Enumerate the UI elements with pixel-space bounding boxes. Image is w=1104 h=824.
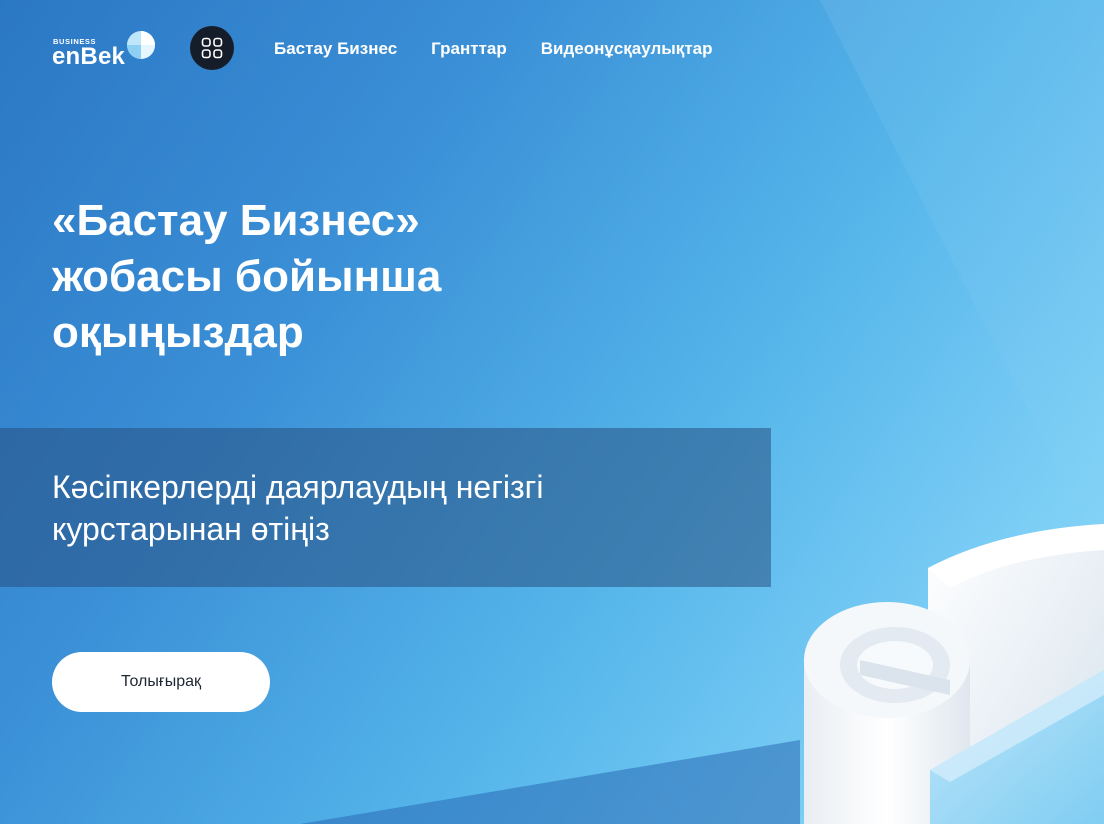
hero-subtitle-line-2: курстарынан өтіңіз bbox=[52, 511, 330, 547]
logo-wordmark: enBek bbox=[52, 43, 126, 70]
site-header: BUSINESS enBek Бастау Бизнес Гранттар Ви… bbox=[0, 0, 1104, 100]
hero-title-line-3: оқыңыздар bbox=[52, 308, 304, 357]
apps-menu-button[interactable] bbox=[190, 26, 234, 70]
nav-link-bastau-biznes[interactable]: Бастау Бизнес bbox=[274, 38, 397, 60]
hero-subtitle-line-1: Кәсіпкерлерді даярлаудың негізгі bbox=[52, 469, 544, 505]
3d-e-logo-illustration bbox=[804, 524, 1104, 824]
nav-link-granttar[interactable]: Гранттар bbox=[431, 38, 507, 60]
more-button[interactable]: Толығырақ bbox=[52, 652, 270, 712]
main-nav: Бастау Бизнес Гранттар Видеонұсқаулықтар bbox=[274, 38, 712, 60]
hero-subtitle: Кәсіпкерлерді даярлаудың негізгі курстар… bbox=[52, 466, 752, 550]
hero-title-line-2: жобасы бойынша bbox=[52, 252, 442, 301]
hero-title: «Бастау Бизнес» жобасы бойынша оқыңыздар bbox=[52, 193, 612, 361]
grid-apps-icon bbox=[201, 37, 223, 59]
enbek-logo-icon bbox=[127, 31, 155, 59]
hero-title-line-1: «Бастау Бизнес» bbox=[52, 196, 420, 245]
nav-link-video-instructions[interactable]: Видеонұсқаулықтар bbox=[541, 38, 713, 60]
enbek-logo[interactable]: BUSINESS enBek bbox=[52, 28, 162, 72]
